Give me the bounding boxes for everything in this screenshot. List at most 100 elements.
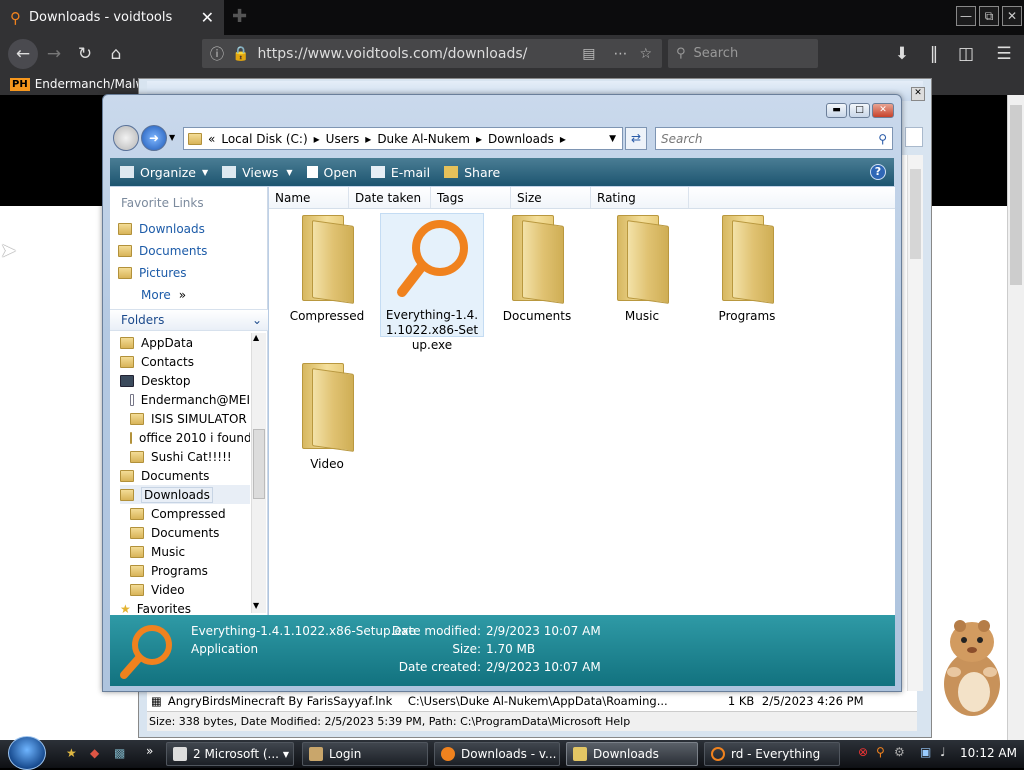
organize-button[interactable]: Organize ▼ (120, 165, 208, 180)
taskbar-item[interactable]: Downloads - v... (434, 742, 560, 766)
column-size[interactable]: Size (511, 187, 591, 208)
menu-icon[interactable]: ☰ (992, 43, 1016, 65)
library-icon[interactable]: ‖ (922, 43, 946, 65)
tree-item[interactable]: Programs (120, 561, 250, 580)
tree-item[interactable]: ISIS SIMULATOR (120, 409, 250, 428)
tray-icon[interactable]: ⚲ (876, 745, 885, 759)
minimize-button[interactable]: — (956, 6, 976, 26)
back-button[interactable] (113, 125, 139, 151)
downloads-arrow-icon[interactable]: ⬇ (890, 43, 914, 65)
forward-arrow-icon[interactable]: → (42, 43, 66, 65)
tree-item-selected[interactable]: Downloads (120, 485, 250, 504)
tree-item[interactable]: Documents (120, 523, 250, 542)
bookmark-star-icon[interactable]: ☆ (639, 46, 652, 62)
tree-scrollbar[interactable]: ▲ ▼ (251, 333, 266, 613)
scroll-thumb[interactable] (1010, 105, 1022, 285)
overflow-chevron-icon[interactable]: « (208, 132, 215, 146)
column-rating[interactable]: Rating (591, 187, 689, 208)
folder-item[interactable]: Music (590, 215, 694, 324)
close-button[interactable]: ✕ (1002, 6, 1022, 26)
url-bar[interactable]: ⓘ 🔒 https://www.voidtools.com/downloads/… (202, 39, 662, 68)
browser-tab[interactable]: ⚲ Downloads - voidtools ✕ (0, 0, 224, 35)
breadcrumb-arrow-icon[interactable]: ▸ (365, 132, 371, 146)
favorite-link-pictures[interactable]: Pictures (118, 263, 187, 283)
tree-item[interactable]: Desktop (120, 371, 250, 390)
refresh-icon[interactable]: ⇄ (625, 127, 647, 150)
tree-item[interactable]: Contacts (120, 352, 250, 371)
show-desktop-icon[interactable]: ▩ (114, 746, 125, 760)
breadcrumb-item[interactable]: Local Disk (C:) (221, 132, 307, 146)
folder-item[interactable]: Compressed (275, 215, 379, 324)
recent-pages-icon[interactable]: ▼ (169, 133, 175, 142)
browser-search-input[interactable]: ⚲ Search (668, 39, 818, 68)
quicklaunch-icon[interactable]: ◆ (90, 746, 99, 760)
everything-close-button[interactable]: ✕ (911, 87, 925, 101)
tree-item[interactable]: office 2010 i found (120, 428, 250, 447)
tree-item[interactable]: Compressed (120, 504, 250, 523)
bookmark-item[interactable]: Endermanch/Malwa (35, 77, 153, 91)
share-button[interactable]: Share (444, 165, 500, 180)
restore-button[interactable]: ⧉ (979, 6, 999, 26)
breadcrumb-arrow-icon[interactable]: ▸ (560, 132, 566, 146)
address-dropdown-icon[interactable]: ▼ (609, 134, 616, 144)
overflow-chevron-icon[interactable]: » (146, 744, 153, 758)
taskbar-item[interactable]: Login (302, 742, 428, 766)
favorite-link-downloads[interactable]: Downloads (118, 219, 205, 239)
address-bar[interactable]: « Local Disk (C:) ▸ Users ▸ Duke Al-Nukem ▸… (183, 127, 623, 150)
hamster-desktop-pet[interactable] (930, 612, 1010, 718)
scroll-thumb[interactable] (253, 429, 265, 499)
search-icon[interactable]: ⚲ (878, 132, 887, 146)
tree-item[interactable]: Endermanch@MEI (120, 390, 250, 409)
folder-item[interactable]: Video (275, 363, 379, 472)
breadcrumb-arrow-icon[interactable]: ▸ (314, 132, 320, 146)
close-tab-icon[interactable]: ✕ (201, 8, 214, 27)
tree-item[interactable]: Sushi Cat!!!!! (120, 447, 250, 466)
tree-item[interactable]: Documents (120, 466, 250, 485)
reader-view-icon[interactable]: ▤ (582, 46, 595, 62)
selected-file-item[interactable]: Everything-1.4.1.1022.x86-Setup.exe (380, 213, 484, 352)
tray-icon[interactable]: ⊗ (858, 745, 868, 759)
scroll-down-icon[interactable]: ▼ (253, 601, 259, 610)
home-icon[interactable]: ⌂ (104, 43, 128, 65)
favorite-link-more[interactable]: More » (141, 285, 186, 305)
everything-scroll-thumb[interactable] (910, 169, 921, 259)
new-tab-button[interactable]: ✚ (232, 6, 247, 27)
folder-item[interactable]: Documents (485, 215, 589, 324)
search-input[interactable]: Search ⚲ (655, 127, 893, 150)
folder-item[interactable]: Programs (695, 215, 799, 324)
breadcrumb-item[interactable]: Duke Al-Nukem (377, 132, 470, 146)
breadcrumb-item[interactable]: Users (326, 132, 360, 146)
start-button[interactable] (8, 736, 46, 770)
tree-item[interactable]: AppData (120, 333, 250, 352)
email-button[interactable]: E-mail (370, 165, 430, 180)
info-icon[interactable]: ⓘ (210, 44, 224, 64)
page-actions-icon[interactable]: ⋯ (613, 46, 627, 62)
taskbar-item[interactable]: rd - Everything (704, 742, 840, 766)
result-row[interactable]: ▦ AngryBirdsMinecraft By FarisSayyaf.lnk… (147, 691, 917, 711)
taskbar-item-active[interactable]: Downloads (566, 742, 698, 766)
views-button[interactable]: Views ▼ (222, 165, 293, 180)
favorite-link-documents[interactable]: Documents (118, 241, 207, 261)
help-icon[interactable]: ? (870, 164, 886, 180)
tree-item[interactable]: Music (120, 542, 250, 561)
column-tags[interactable]: Tags (431, 187, 511, 208)
taskbar-item[interactable]: 2 Microsoft (... ▼ (166, 742, 294, 766)
everything-scrollbar[interactable] (907, 155, 923, 691)
clock[interactable]: 10:12 AM (960, 746, 1017, 760)
folders-header[interactable]: Folders ⌄ (110, 309, 268, 331)
scroll-up-icon[interactable]: ▲ (253, 333, 259, 342)
volume-icon[interactable]: ♩ (940, 745, 946, 759)
tray-icon[interactable]: ⚙ (894, 745, 905, 759)
column-date-taken[interactable]: Date taken (349, 187, 431, 208)
forward-arrow-icon[interactable]: ➜ (141, 125, 167, 151)
breadcrumb-arrow-icon[interactable]: ▸ (476, 132, 482, 146)
network-icon[interactable]: ▣ (920, 745, 931, 759)
column-name[interactable]: Name (269, 187, 349, 208)
open-button[interactable]: Open (306, 165, 357, 180)
maximize-button[interactable]: □ (849, 103, 870, 118)
quicklaunch-icon[interactable]: ★ (66, 746, 77, 760)
minimize-button[interactable]: ▬ (826, 103, 847, 118)
reload-icon[interactable]: ↻ (73, 43, 97, 65)
back-arrow-icon[interactable]: ← (8, 39, 38, 69)
close-button[interactable]: ✕ (872, 103, 894, 118)
